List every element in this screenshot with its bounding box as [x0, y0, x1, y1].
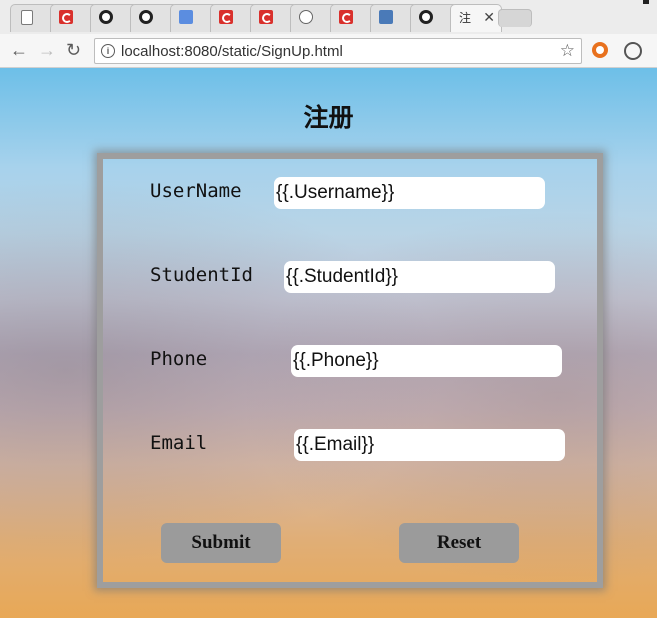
blue-c-icon: [379, 10, 393, 24]
browser-tab-active[interactable]: 注 ✕: [450, 4, 502, 32]
red-c-icon: [259, 10, 273, 24]
phone-input[interactable]: {{.Phone}}: [291, 345, 562, 377]
reload-icon[interactable]: ↻: [66, 40, 81, 60]
submit-button[interactable]: Submit: [161, 523, 281, 563]
browser-toolbar: ← → ↻ i localhost:8080/static/SignUp.htm…: [0, 34, 657, 68]
username-label: UserName: [150, 180, 242, 202]
new-tab-button[interactable]: [498, 9, 532, 27]
github-icon: [99, 10, 113, 24]
studentid-input[interactable]: {{.StudentId}}: [284, 261, 555, 293]
red-c-icon: [219, 10, 233, 24]
forward-arrow-icon[interactable]: →: [38, 40, 56, 60]
close-tab-icon[interactable]: ✕: [483, 9, 495, 26]
page-title: 注册: [303, 103, 354, 132]
red-c-icon: [339, 10, 353, 24]
github-icon: [419, 10, 433, 24]
gray-icon: [299, 10, 313, 24]
red-c-icon: [59, 10, 73, 24]
window-control[interactable]: [643, 0, 649, 4]
email-label: Email: [150, 432, 208, 454]
tab-strip: 注 ✕: [0, 0, 657, 34]
email-input[interactable]: {{.Email}}: [294, 429, 565, 461]
username-input[interactable]: {{.Username}}: [274, 177, 545, 209]
reset-button[interactable]: Reset: [399, 523, 519, 563]
back-arrow-icon[interactable]: ←: [10, 40, 28, 60]
info-icon[interactable]: i: [101, 44, 115, 58]
extension-icon[interactable]: [592, 42, 608, 58]
document-icon: [21, 10, 33, 25]
address-bar[interactable]: i localhost:8080/static/SignUp.html ☆: [94, 38, 582, 64]
active-tab-title: 注: [459, 11, 472, 25]
github-icon: [139, 10, 153, 24]
studentid-label: StudentId: [150, 264, 253, 286]
page-viewport: 注册 UserName {{.Username}} StudentId {{.S…: [0, 68, 657, 618]
google-translate-icon: [179, 10, 193, 24]
phone-label: Phone: [150, 348, 208, 370]
url-text[interactable]: localhost:8080/static/SignUp.html: [121, 43, 343, 60]
bookmark-star-icon[interactable]: ☆: [560, 41, 575, 61]
extension-sync-icon[interactable]: [624, 42, 642, 60]
